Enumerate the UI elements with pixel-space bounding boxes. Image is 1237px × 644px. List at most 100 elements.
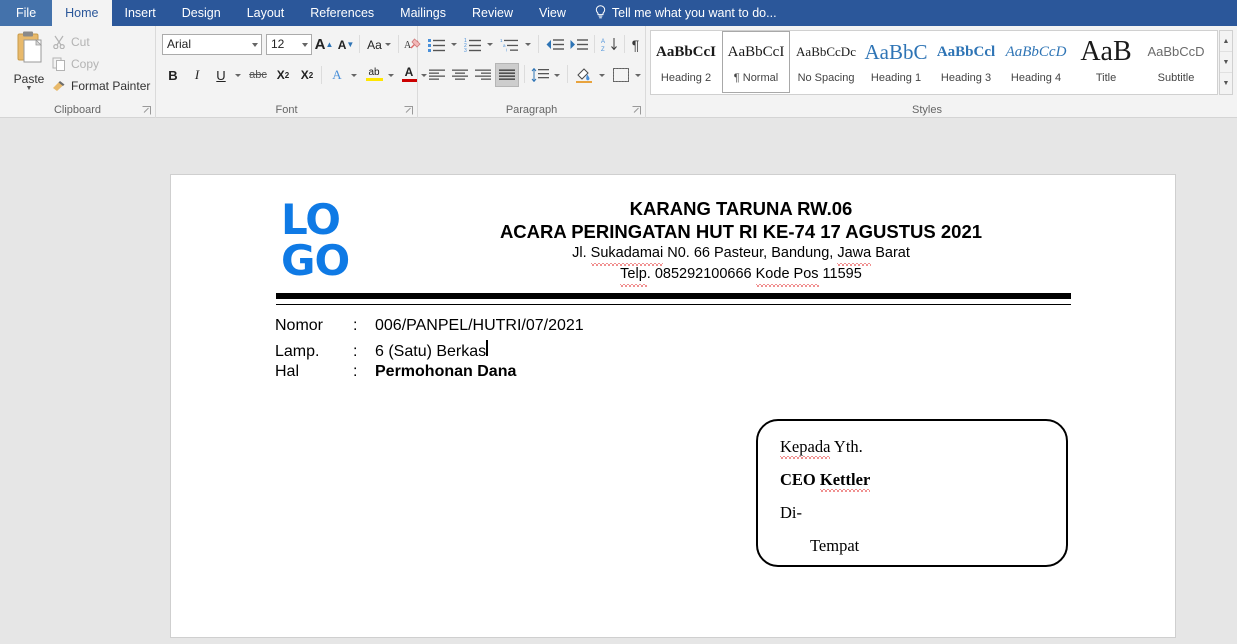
ribbon-group-paragraph: 1 2 3 1 a i — [418, 26, 646, 118]
style-preview: AaBbCcl — [933, 32, 999, 72]
paste-label: Paste — [8, 72, 50, 86]
letterhead: LO GO KARANG TARUNA RW.06 ACARA PERINGAT… — [171, 175, 1175, 295]
style-item-heading-4[interactable]: AaBbCcDHeading 4 — [1002, 31, 1070, 93]
shading-icon[interactable] — [572, 64, 596, 86]
text-highlight-caret[interactable] — [385, 64, 397, 86]
font-size-input[interactable]: 12 — [266, 34, 312, 55]
meta-row-hal: Hal : Permohonan Dana — [275, 363, 584, 386]
align-left-icon[interactable] — [426, 64, 448, 86]
underline-icon[interactable]: U — [210, 64, 232, 86]
show-marks-icon[interactable]: ¶ — [627, 34, 644, 55]
meta-row-lamp: Lamp. : 6 (Satu) Berkas — [275, 340, 584, 363]
lightbulb-icon — [595, 5, 606, 22]
more-styles-icon[interactable]: ▼ — [1220, 73, 1232, 94]
bullets-icon[interactable] — [426, 34, 448, 55]
styles-scrollbar[interactable]: ▲ ▼ ▼ — [1219, 30, 1233, 95]
copy-button[interactable]: Copy — [52, 53, 99, 74]
decrease-indent-icon[interactable] — [544, 34, 566, 55]
paste-dropdown-caret[interactable]: ▼ — [8, 86, 50, 92]
scroll-down-icon[interactable]: ▼ — [1220, 52, 1232, 73]
font-name-caret[interactable] — [252, 43, 258, 47]
style-name: Heading 4 — [1003, 72, 1069, 84]
italic-icon[interactable]: I — [186, 64, 208, 86]
tab-layout[interactable]: Layout — [234, 0, 298, 26]
font-size-caret[interactable] — [302, 43, 308, 47]
spellcheck-misspelling: Kepada — [780, 437, 830, 457]
svg-text:A: A — [601, 39, 605, 45]
paste-button[interactable]: Paste ▼ — [8, 30, 50, 96]
style-preview: AaBbC — [863, 32, 929, 72]
increase-indent-icon[interactable] — [568, 34, 590, 55]
svg-text:3: 3 — [464, 48, 467, 52]
clipboard-dialog-launcher[interactable] — [142, 106, 151, 115]
style-item-normal[interactable]: AaBbCcI¶ Normal — [722, 31, 790, 93]
tab-mailings[interactable]: Mailings — [387, 0, 459, 26]
style-item-subtitle[interactable]: AaBbCcDSubtitle — [1142, 31, 1210, 93]
svg-text:Z: Z — [601, 47, 605, 52]
meta-row-nomor: Nomor : 006/PANPEL/HUTRI/07/2021 — [275, 317, 584, 340]
font-name-input[interactable]: Arial — [162, 34, 262, 55]
multilevel-caret[interactable] — [522, 34, 534, 55]
document-canvas[interactable]: LO GO KARANG TARUNA RW.06 ACARA PERINGAT… — [0, 119, 1237, 644]
style-name: ¶ Normal — [723, 72, 789, 84]
numbering-caret[interactable] — [484, 34, 496, 55]
organization-logo: LO GO — [281, 199, 371, 281]
scroll-up-icon[interactable]: ▲ — [1220, 31, 1232, 52]
text-highlight-icon[interactable]: ab — [362, 62, 386, 86]
font-color-icon[interactable]: A — [398, 62, 420, 86]
scissors-icon — [52, 35, 66, 49]
style-item-title[interactable]: AaBTitle — [1072, 31, 1140, 93]
underline-dropdown-caret[interactable] — [232, 64, 244, 86]
ribbon: Paste ▼ Cut Copy Format Painter — [0, 26, 1237, 118]
borders-icon[interactable] — [610, 64, 632, 86]
ribbon-group-clipboard: Paste ▼ Cut Copy Format Painter — [0, 26, 156, 118]
multilevel-list-icon[interactable]: 1 a i — [498, 34, 522, 55]
tab-review[interactable]: Review — [459, 0, 526, 26]
strikethrough-icon[interactable]: abc — [246, 64, 270, 86]
tab-home[interactable]: Home — [52, 0, 111, 26]
style-item-heading-3[interactable]: AaBbCclHeading 3 — [932, 31, 1000, 93]
bold-icon[interactable]: B — [162, 64, 184, 86]
change-case-icon[interactable]: Aa — [364, 34, 394, 55]
svg-text:A: A — [404, 40, 412, 51]
text-effects-icon[interactable]: A — [326, 64, 348, 86]
shrink-font-icon[interactable]: A▼ — [336, 34, 356, 55]
copy-label: Copy — [71, 57, 99, 71]
shading-caret[interactable] — [596, 64, 608, 86]
line-spacing-caret[interactable] — [551, 64, 563, 86]
style-preview: AaBbCcI — [723, 32, 789, 72]
style-item-no-spacing[interactable]: AaBbCcDcNo Spacing — [792, 31, 860, 93]
bullets-caret[interactable] — [448, 34, 460, 55]
numbering-icon[interactable]: 1 2 3 — [462, 34, 484, 55]
meta-colon: : — [353, 343, 375, 361]
cut-button[interactable]: Cut — [52, 31, 90, 52]
tab-insert[interactable]: Insert — [112, 0, 169, 26]
style-item-heading-1[interactable]: AaBbCHeading 1 — [862, 31, 930, 93]
meta-key: Lamp. — [275, 343, 353, 361]
borders-caret[interactable] — [632, 64, 644, 86]
grow-font-icon[interactable]: A▲ — [314, 34, 334, 55]
sort-icon[interactable]: A Z — [599, 34, 621, 55]
group-label-paragraph: Paragraph — [418, 104, 645, 116]
tab-references[interactable]: References — [297, 0, 387, 26]
document-page[interactable]: LO GO KARANG TARUNA RW.06 ACARA PERINGAT… — [170, 174, 1176, 638]
align-right-icon[interactable] — [472, 64, 494, 86]
meta-key: Hal — [275, 363, 353, 381]
justify-icon[interactable] — [495, 63, 519, 87]
letterhead-rule-thin — [276, 304, 1071, 305]
font-dialog-launcher[interactable] — [404, 106, 413, 115]
style-item-heading-2[interactable]: AaBbCcIHeading 2 — [652, 31, 720, 93]
text-effects-caret[interactable] — [348, 64, 360, 86]
line-spacing-icon[interactable] — [529, 64, 551, 86]
tab-design[interactable]: Design — [169, 0, 234, 26]
align-center-icon[interactable] — [449, 64, 471, 86]
letterhead-text: KARANG TARUNA RW.06 ACARA PERINGATAN HUT… — [401, 197, 1081, 285]
recipient-box[interactable]: Kepada Yth. CEO Kettler Di- Tempat — [756, 419, 1068, 567]
svg-text:i: i — [506, 47, 507, 52]
tell-me-box[interactable]: Tell me what you want to do... — [579, 0, 777, 26]
superscript-icon[interactable]: X2 — [296, 64, 318, 86]
subscript-icon[interactable]: X2 — [272, 64, 294, 86]
format-painter-button[interactable]: Format Painter — [52, 75, 150, 96]
tab-file[interactable]: File — [0, 0, 52, 26]
tab-view[interactable]: View — [526, 0, 579, 26]
